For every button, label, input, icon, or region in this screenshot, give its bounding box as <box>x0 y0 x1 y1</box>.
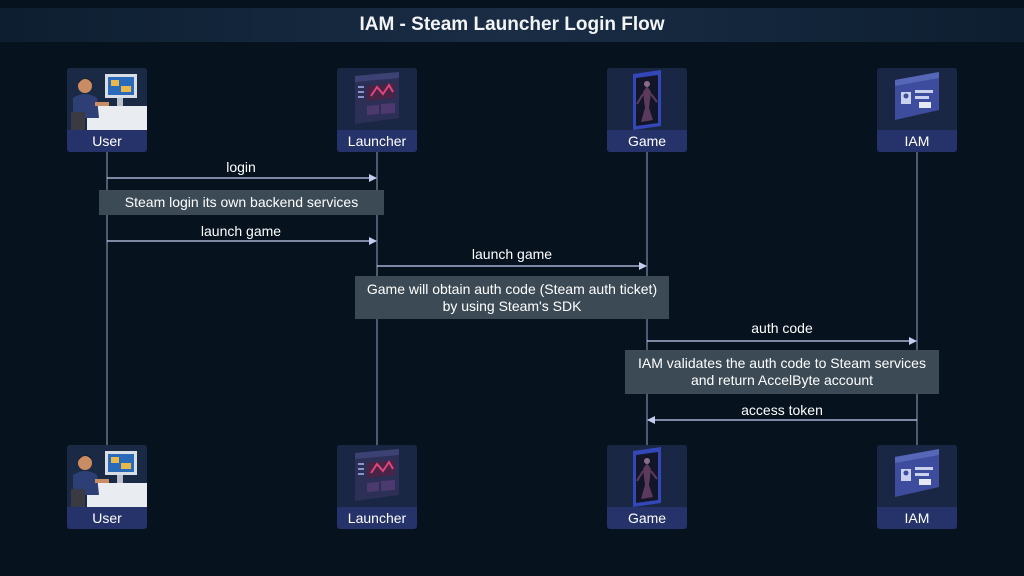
note-line: by using Steam's SDK <box>442 297 582 314</box>
participant-label: User <box>67 507 147 529</box>
participant-label: Launcher <box>337 130 417 152</box>
participant-label: IAM <box>877 130 957 152</box>
note-line: IAM validates the auth code to Steam ser… <box>638 355 926 371</box>
message-label: launch game <box>471 246 553 262</box>
note-line: Steam login its own backend services <box>124 194 359 210</box>
participant-label: Game <box>607 507 687 529</box>
launcher-window-icon <box>337 68 417 130</box>
participant-label: Game <box>607 130 687 152</box>
note-validate: IAM validates the auth code to Steam ser… <box>625 350 939 394</box>
note-line: and return AccelByte account <box>690 372 874 388</box>
participant-user-bottom: User <box>67 445 147 529</box>
id-card-icon <box>877 68 957 130</box>
user-at-computer-icon <box>67 445 147 507</box>
note-steam-login: Steam login its own backend services <box>99 190 384 215</box>
game-phone-icon <box>607 445 687 507</box>
sequence-diagram: login launch game launch game auth code … <box>0 0 1024 576</box>
participant-iam-bottom: IAM <box>877 445 957 529</box>
message-label: auth code <box>751 320 813 336</box>
message-label: launch game <box>200 223 282 239</box>
participant-label: IAM <box>877 507 957 529</box>
user-at-computer-icon <box>67 68 147 130</box>
message-label: access token <box>741 402 823 418</box>
participant-game-top: Game <box>607 68 687 152</box>
participant-game-bottom: Game <box>607 445 687 529</box>
participant-label: User <box>67 130 147 152</box>
game-phone-icon <box>607 68 687 130</box>
message-label: login <box>226 159 256 175</box>
note-line: Game will obtain auth code (Steam auth t… <box>366 280 658 297</box>
participant-launcher-top: Launcher <box>337 68 417 152</box>
participant-user-top: User <box>67 68 147 152</box>
note-auth-code: Game will obtain auth code (Steam auth t… <box>355 276 669 319</box>
participant-label: Launcher <box>337 507 417 529</box>
participant-launcher-bottom: Launcher <box>337 445 417 529</box>
id-card-icon <box>877 445 957 507</box>
participant-iam-top: IAM <box>877 68 957 152</box>
launcher-window-icon <box>337 445 417 507</box>
